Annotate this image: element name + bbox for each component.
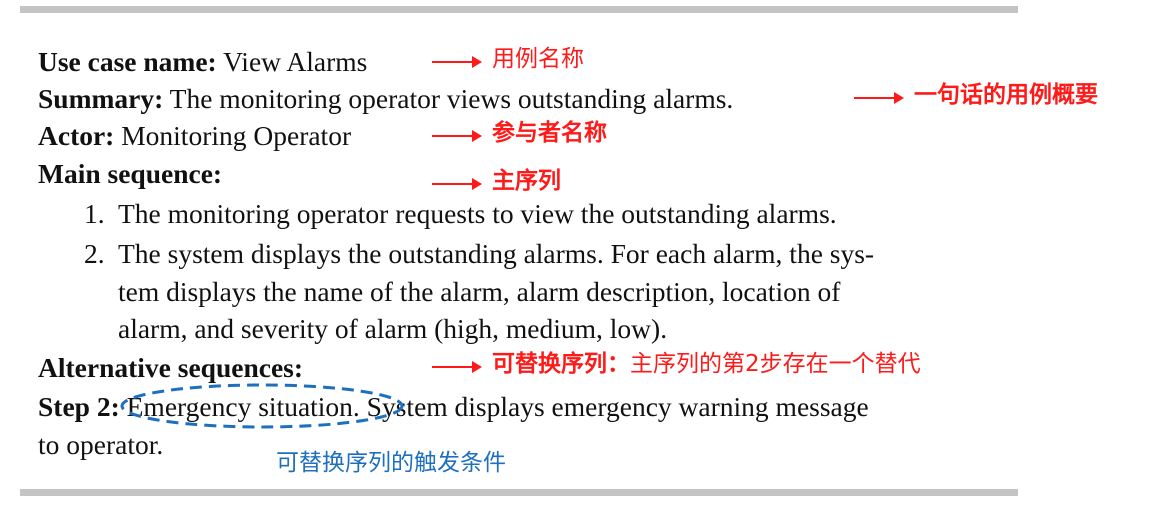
annotation-trigger: 可替换序列的触发条件 (276, 450, 506, 476)
trigger-highlight-ellipse (120, 383, 404, 429)
bottom-rule (20, 489, 1018, 496)
